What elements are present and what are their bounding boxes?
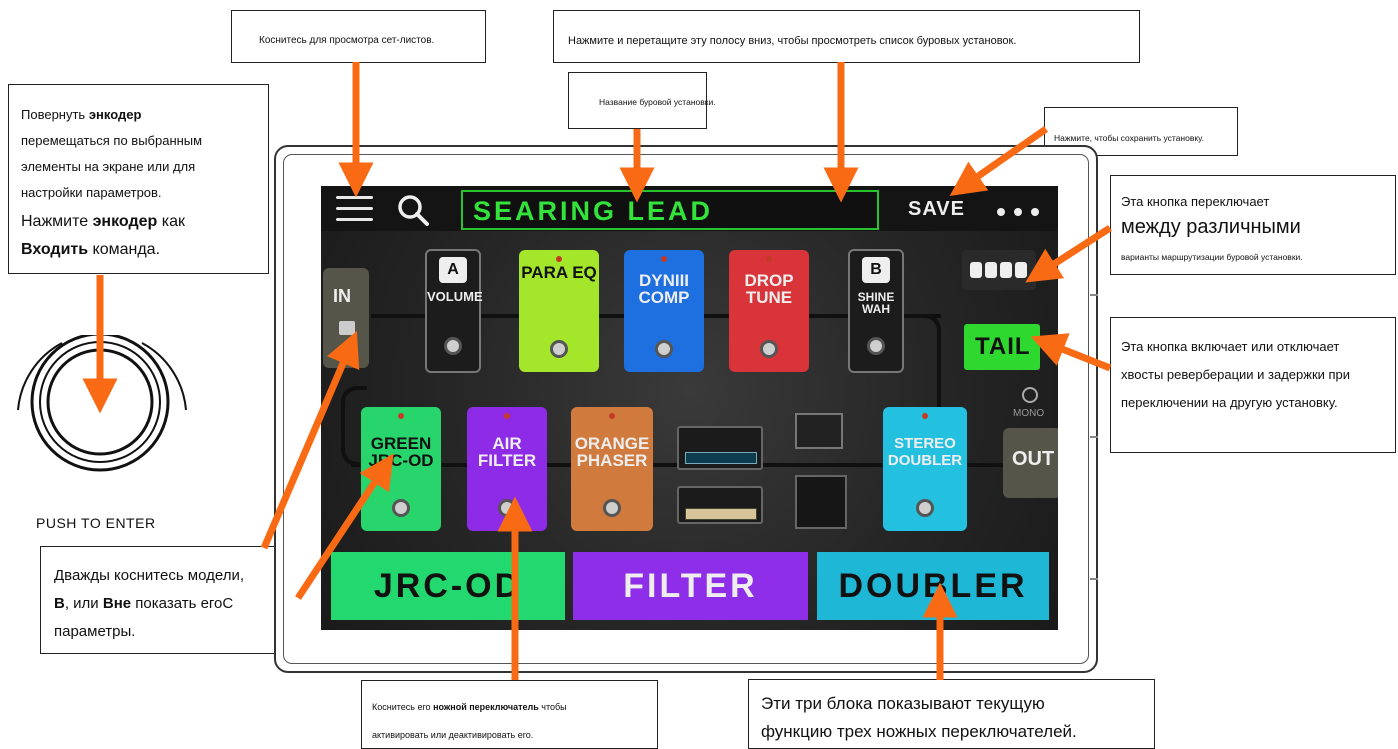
arrow-model-in bbox=[260, 330, 360, 550]
arrow-save bbox=[949, 126, 1048, 196]
arrow-model-pedal bbox=[295, 453, 394, 600]
arrow-tail bbox=[1030, 333, 1112, 372]
annotation-arrows bbox=[82, 62, 1112, 680]
arrow-routing bbox=[1025, 225, 1112, 283]
